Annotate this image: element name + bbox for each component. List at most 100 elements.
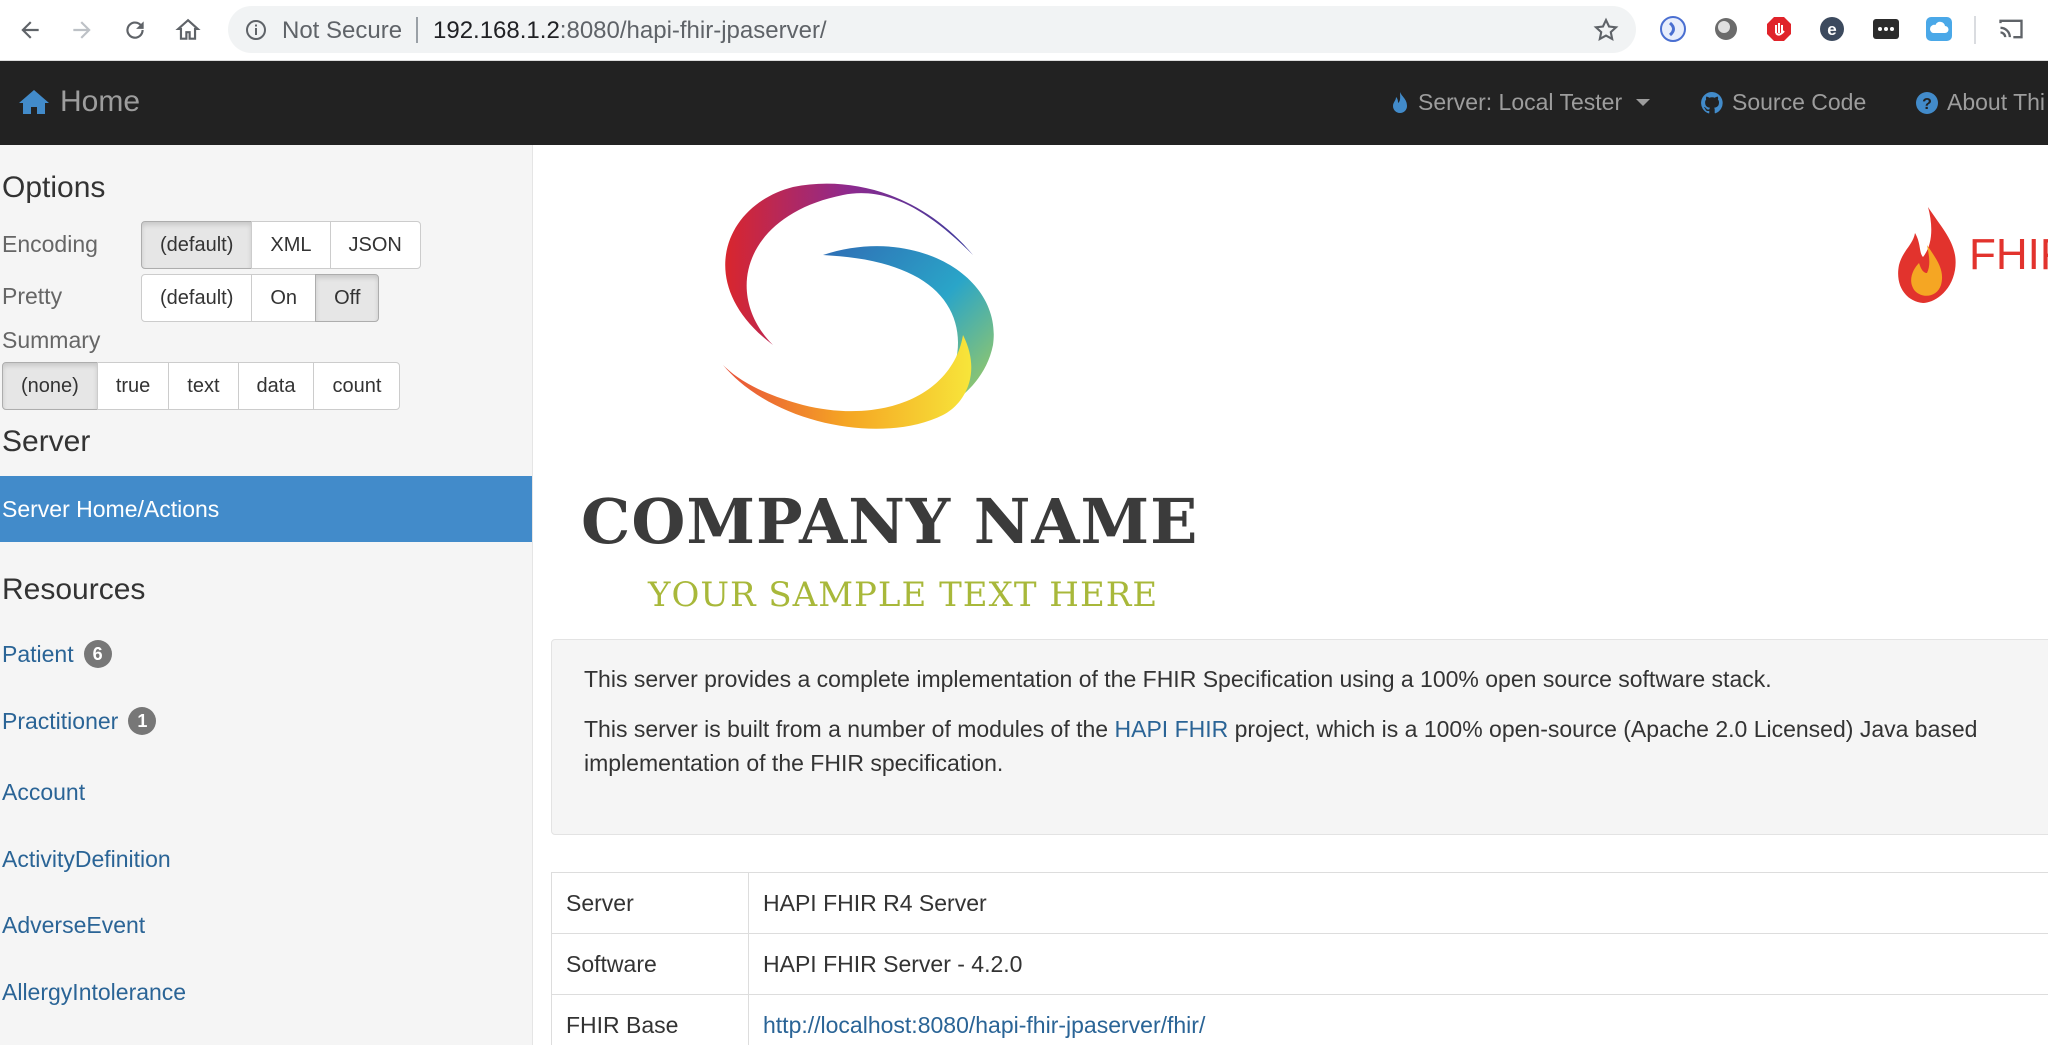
resource-count-badge: 6	[83, 640, 112, 668]
fire-icon	[1393, 91, 1407, 113]
url-text[interactable]: 192.168.1.2:8080/hapi-fhir-jpaserver/	[433, 17, 827, 45]
hapi-fhir-link[interactable]: HAPI FHIR	[1115, 716, 1229, 742]
company-name: COMPANY NAME	[581, 485, 1199, 558]
pretty-on-button[interactable]: On	[251, 274, 317, 322]
resource-name: AdverseEvent	[2, 912, 146, 938]
github-icon	[1701, 91, 1723, 113]
url-host: 192.168.1.2	[433, 17, 560, 44]
extension-2-icon[interactable]	[1711, 14, 1741, 44]
table-row: Server HAPI FHIR R4 Server	[551, 872, 2048, 934]
resource-count-badge: 1	[128, 707, 157, 735]
server-dropdown[interactable]: Server: Local Tester	[1390, 89, 1651, 116]
extension-dots-icon[interactable]	[1871, 14, 1901, 44]
bookmark-star-icon[interactable]	[1592, 16, 1620, 44]
server-home-actions-link[interactable]: Server Home/Actions	[0, 476, 532, 542]
cast-icon	[1999, 19, 2023, 39]
server-heading: Server	[2, 425, 91, 458]
resource-link-patient[interactable]: Patient 6	[2, 640, 112, 668]
about-link[interactable]: ? About Thi	[1915, 89, 2045, 116]
sidebar: Options Encoding (default) XML JSON Pret…	[0, 145, 533, 1045]
info-key: Server	[551, 872, 749, 934]
resource-link-practitioner[interactable]: Practitioner 1	[2, 707, 157, 735]
reload-button[interactable]	[117, 12, 153, 48]
svg-text:e: e	[1827, 20, 1836, 39]
summary-data-button[interactable]: data	[237, 362, 315, 410]
info-key: FHIR Base	[551, 994, 749, 1045]
forward-arrow-icon	[73, 21, 91, 39]
chevron-down-icon	[1636, 99, 1651, 106]
source-code-link[interactable]: Source Code	[1700, 89, 1866, 116]
intro-paragraph-1: This server provides a complete implemen…	[584, 666, 1772, 692]
encoding-default-button[interactable]: (default)	[141, 221, 253, 269]
resource-name: ActivityDefinition	[2, 846, 171, 872]
fhir-logo: FHIF	[1893, 205, 2048, 305]
toolbar-divider	[1974, 16, 1976, 44]
resource-name: Practitioner	[2, 707, 119, 734]
home-icon	[19, 90, 49, 114]
encoding-label: Encoding	[2, 231, 98, 257]
fhir-logo-text: FHIF	[1969, 230, 2048, 279]
main-content: COMPANY NAME YOUR SAMPLE TEXT HERE FHIF …	[533, 145, 2048, 1045]
summary-button-group: (none) true text data count	[2, 362, 401, 410]
source-code-label: Source Code	[1732, 89, 1867, 115]
encoding-json-button[interactable]: JSON	[329, 221, 421, 269]
home-label: Home	[60, 85, 141, 118]
server-info-table: Server HAPI FHIR R4 Server Software HAPI…	[551, 872, 2048, 1045]
pretty-off-button[interactable]: Off	[315, 274, 380, 322]
pretty-label: Pretty	[2, 283, 63, 309]
summary-count-button[interactable]: count	[313, 362, 401, 410]
adblock-icon[interactable]	[1764, 14, 1794, 44]
company-tagline: YOUR SAMPLE TEXT HERE	[648, 575, 1159, 615]
security-label: Not Secure	[282, 17, 403, 44]
encoding-xml-button[interactable]: XML	[251, 221, 331, 269]
forward-button[interactable]	[64, 12, 100, 48]
info-icon[interactable]	[244, 18, 268, 42]
app-navbar: Home Server: Local Tester Source Code ? …	[0, 61, 2048, 145]
about-label: About Thi	[1947, 89, 2046, 115]
summary-text-button[interactable]: text	[168, 362, 239, 410]
pretty-default-button[interactable]: (default)	[141, 274, 253, 322]
resource-link-account[interactable]: Account	[2, 779, 85, 806]
home-button[interactable]	[170, 12, 206, 48]
company-swirl-logo	[723, 183, 994, 429]
home-icon	[175, 18, 201, 40]
intro-panel: This server provides a complete implemen…	[551, 639, 2048, 835]
extension-1-icon[interactable]	[1658, 14, 1688, 44]
browser-toolbar: Not Secure 192.168.1.2:8080/hapi-fhir-jp…	[0, 0, 2048, 61]
resource-name: AllergyIntolerance	[2, 979, 187, 1005]
reload-icon	[126, 21, 144, 39]
home-link[interactable]: Home	[18, 85, 140, 119]
server-dropdown-label: Server: Local Tester	[1418, 89, 1623, 115]
fhir-base-link[interactable]: http://localhost:8080/hapi-fhir-jpaserve…	[763, 1012, 1205, 1038]
url-path: :8080/hapi-fhir-jpaserver/	[559, 17, 827, 44]
table-row: Software HAPI FHIR Server - 4.2.0	[551, 933, 2048, 995]
resource-link-adverseevent[interactable]: AdverseEvent	[2, 912, 145, 939]
address-divider	[416, 17, 418, 43]
info-key: Software	[551, 933, 749, 995]
pretty-button-group: (default) On Off	[141, 274, 380, 322]
summary-none-button[interactable]: (none)	[2, 362, 98, 410]
back-arrow-icon	[21, 21, 39, 39]
options-heading: Options	[2, 171, 106, 204]
svg-text:?: ?	[1922, 96, 1932, 113]
intro-paragraph-2: This server is built from a number of mo…	[584, 712, 2044, 780]
table-row: FHIR Base http://localhost:8080/hapi-fhi…	[551, 994, 2048, 1045]
fhir-flame-icon	[1898, 207, 1956, 303]
address-bar[interactable]: Not Secure 192.168.1.2:8080/hapi-fhir-jp…	[228, 6, 1636, 53]
info-value-cell: http://localhost:8080/hapi-fhir-jpaserve…	[748, 994, 2048, 1045]
summary-true-button[interactable]: true	[96, 362, 170, 410]
resources-heading: Resources	[2, 573, 146, 606]
intro-text-before: This server is built from a number of mo…	[584, 716, 1115, 742]
cast-button[interactable]	[1996, 14, 2026, 44]
info-value: HAPI FHIR R4 Server	[748, 872, 2048, 934]
info-value: HAPI FHIR Server - 4.2.0	[748, 933, 2048, 995]
extension-e-icon[interactable]: e	[1817, 14, 1847, 44]
summary-label: Summary	[2, 327, 101, 353]
cloud-extension-icon[interactable]	[1924, 14, 1954, 44]
resource-name: Patient	[2, 640, 74, 667]
resource-name: Account	[2, 779, 86, 805]
encoding-button-group: (default) XML JSON	[141, 221, 421, 269]
resource-link-allergyintolerance[interactable]: AllergyIntolerance	[2, 979, 186, 1006]
back-button[interactable]	[12, 12, 48, 48]
resource-link-activitydefinition[interactable]: ActivityDefinition	[2, 846, 171, 873]
